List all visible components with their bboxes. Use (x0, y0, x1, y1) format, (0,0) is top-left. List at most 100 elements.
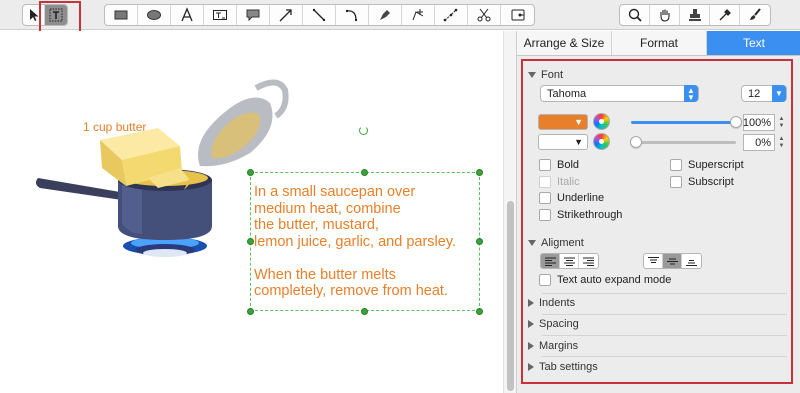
align-right-icon (583, 257, 594, 266)
color-wheel-icon[interactable] (593, 133, 610, 150)
disclosure-right-icon (528, 342, 534, 350)
strikethrough-checkbox[interactable]: Strikethrough (539, 209, 622, 221)
arc-icon (345, 9, 358, 22)
hand-tool-button[interactable] (650, 5, 680, 25)
indents-section-header[interactable]: Indents (528, 297, 575, 309)
align-middle-icon (666, 258, 678, 264)
italic-label: Italic (557, 176, 580, 188)
vertical-alignment-control (643, 253, 702, 269)
horizontal-alignment-control (540, 253, 599, 269)
toolbar (0, 0, 800, 34)
line-tool-button[interactable] (303, 5, 336, 25)
subscript-label: Subscript (688, 176, 734, 188)
align-bottom-icon (686, 259, 697, 266)
stamp-tool-button[interactable] (680, 5, 710, 25)
text-opacity-stepper[interactable]: ▲ ▼ (777, 114, 786, 131)
resize-handle-top-left[interactable] (247, 169, 254, 176)
color-wheel-icon[interactable] (593, 113, 610, 130)
background-color-well[interactable]: ▼ (538, 134, 588, 150)
bold-label: Bold (557, 159, 580, 171)
alignment-section-header[interactable]: Aligment (528, 237, 584, 249)
resize-handle-bottom-right[interactable] (476, 308, 483, 315)
align-left-icon (544, 257, 556, 266)
text-icon (181, 7, 193, 22)
bezier-tool-button[interactable] (435, 5, 468, 25)
resize-handle-top-right[interactable] (476, 169, 483, 176)
align-center-icon (563, 257, 575, 266)
margins-section-header[interactable]: Margins (528, 340, 578, 352)
spacing-section-header[interactable]: Spacing (528, 318, 579, 330)
scrollbar-thumb[interactable] (507, 201, 514, 391)
arc-tool-button[interactable] (336, 5, 369, 25)
underline-checkbox[interactable]: Underline (539, 192, 604, 204)
stamp-icon (688, 9, 701, 21)
italic-checkbox: Italic (539, 176, 580, 188)
font-family-select[interactable]: Tahoma ▲ ▼ (540, 85, 699, 102)
resize-handle-left[interactable] (247, 238, 254, 245)
callout-tool-button[interactable] (237, 5, 270, 25)
text-frame-tool-button[interactable] (204, 5, 237, 25)
align-right-button[interactable] (579, 254, 598, 268)
disclosure-right-icon (528, 320, 534, 328)
polyline-tool-button[interactable] (402, 5, 435, 25)
indents-section-label: Indents (539, 297, 576, 309)
resize-handle-bottom-left[interactable] (247, 308, 254, 315)
auto-expand-checkbox[interactable]: Text auto expand mode (539, 274, 671, 286)
zoom-tool-button[interactable] (620, 5, 650, 25)
ellipse-icon (147, 10, 161, 20)
section-divider (542, 356, 787, 357)
align-bottom-button[interactable] (682, 254, 701, 268)
insert-tool-button[interactable] (501, 5, 534, 25)
pen-tool-button[interactable] (369, 5, 402, 25)
chevron-down-icon: ▼ (574, 117, 583, 127)
tab-format[interactable]: Format (612, 31, 707, 55)
text-tool-button[interactable] (171, 5, 204, 25)
text-frame-icon (213, 10, 227, 20)
font-section-label: Font (541, 69, 564, 81)
arrow-line-icon (279, 9, 292, 22)
rotation-handle[interactable] (359, 126, 368, 135)
resize-handle-bottom[interactable] (361, 308, 368, 315)
rectangle-tool-button[interactable] (105, 5, 138, 25)
font-section-header[interactable]: Font (528, 69, 563, 81)
align-middle-button[interactable] (663, 254, 682, 268)
disclosure-down-icon (528, 240, 536, 246)
font-size-select[interactable]: 12 ▼ (741, 85, 787, 102)
text-color-well[interactable]: ▼ (538, 114, 588, 130)
brush-tool-button[interactable] (740, 5, 770, 25)
subscript-checkbox[interactable]: Subscript (670, 176, 734, 188)
text-opacity-slider-knob[interactable] (730, 116, 742, 128)
ellipse-tool-button[interactable] (138, 5, 171, 25)
bold-checkbox[interactable]: Bold (539, 159, 579, 171)
chevron-down-icon: ▼ (574, 137, 583, 147)
background-opacity-stepper[interactable]: ▲ ▼ (777, 134, 786, 151)
resize-handle-top[interactable] (361, 169, 368, 176)
align-center-button[interactable] (560, 254, 579, 268)
bezier-icon (443, 8, 458, 22)
hand-icon (659, 9, 670, 22)
arrow-line-tool-button[interactable] (270, 5, 303, 25)
background-opacity-slider-knob[interactable] (630, 136, 642, 148)
tab-arrange-size[interactable]: Arrange & Size (517, 31, 612, 55)
line-icon (312, 8, 326, 22)
tab-text[interactable]: Text (707, 31, 800, 55)
margins-section-label: Margins (539, 340, 579, 352)
eyedropper-icon (719, 9, 731, 21)
tab-settings-section-header[interactable]: Tab settings (528, 361, 598, 373)
pen-icon (380, 10, 390, 20)
superscript-checkbox[interactable]: Superscript (670, 159, 744, 171)
align-left-button[interactable] (541, 254, 560, 268)
eyedropper-tool-button[interactable] (710, 5, 740, 25)
checkbox-box (539, 159, 551, 171)
text-opacity-field[interactable]: 100% (743, 114, 775, 131)
updown-chevron-icon: ▲ ▼ (684, 85, 698, 102)
callout-icon (246, 9, 260, 22)
checkbox-box (539, 274, 551, 286)
canvas-vertical-scrollbar[interactable] (503, 31, 516, 393)
spacing-section-label: Spacing (539, 318, 579, 330)
section-divider (542, 293, 787, 294)
recipe-instructions-text[interactable]: In a small saucepan over medium heat, co… (254, 184, 484, 300)
background-opacity-field[interactable]: 0% (743, 134, 775, 151)
align-top-button[interactable] (644, 254, 663, 268)
scissors-tool-button[interactable] (468, 5, 501, 25)
